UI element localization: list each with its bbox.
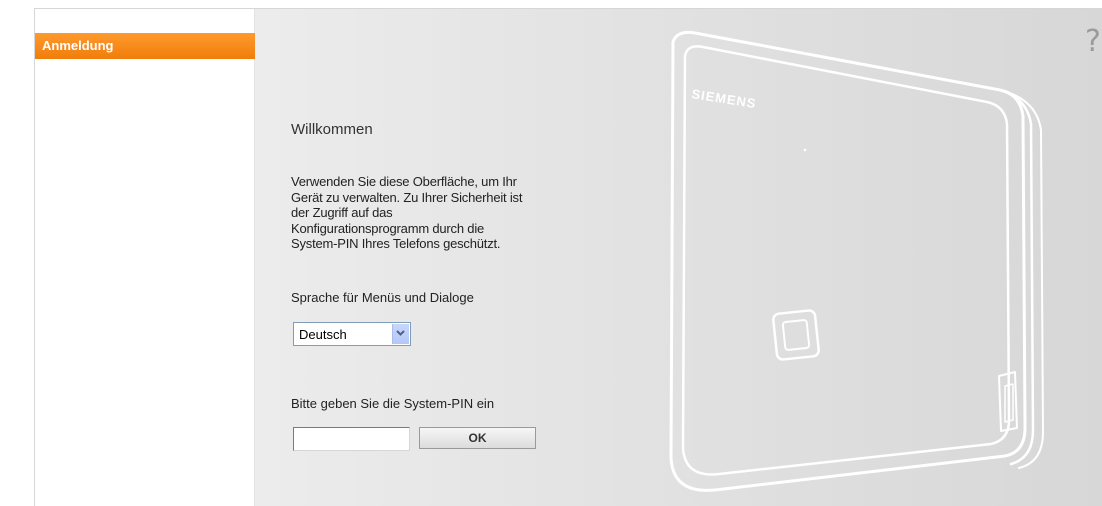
intro-line: Verwenden Sie diese Oberfläche, um Ihr [291, 174, 517, 189]
intro-line: Konfigurationsprogramm durch die [291, 220, 485, 236]
language-select[interactable]: Deutsch [293, 322, 411, 346]
sidebar-item-login[interactable]: Anmeldung [35, 33, 263, 59]
language-label: Sprache für Menüs und Dialoge [291, 290, 474, 305]
base-station-illustration: SIEMENS [669, 30, 1044, 492]
sidebar [35, 9, 255, 506]
pin-label: Bitte geben Sie die System-PIN ein [291, 396, 495, 411]
page-title: Willkommen [291, 121, 373, 138]
page-frame: Anmeldung SIEMENS ? Willkommen Verwenden… [0, 0, 1102, 506]
intro-line: Gerät zu verwalten. Zu Ihrer Sicherheit … [291, 189, 523, 205]
ok-button[interactable]: OK [419, 427, 536, 449]
intro-line: der Zugriff auf das [291, 205, 393, 220]
pin-input[interactable] [293, 427, 410, 451]
intro-line: System-PIN Ihres Telefons geschützt. [291, 236, 501, 251]
language-select-value: Deutsch [299, 327, 347, 342]
help-icon[interactable]: ? [1085, 22, 1102, 62]
dropdown-arrow-icon[interactable] [392, 324, 409, 344]
brand-logo: SIEMENS [691, 86, 758, 111]
intro-paragraph: Verwenden Sie diese Oberfläche, um Ihr G… [291, 174, 571, 252]
